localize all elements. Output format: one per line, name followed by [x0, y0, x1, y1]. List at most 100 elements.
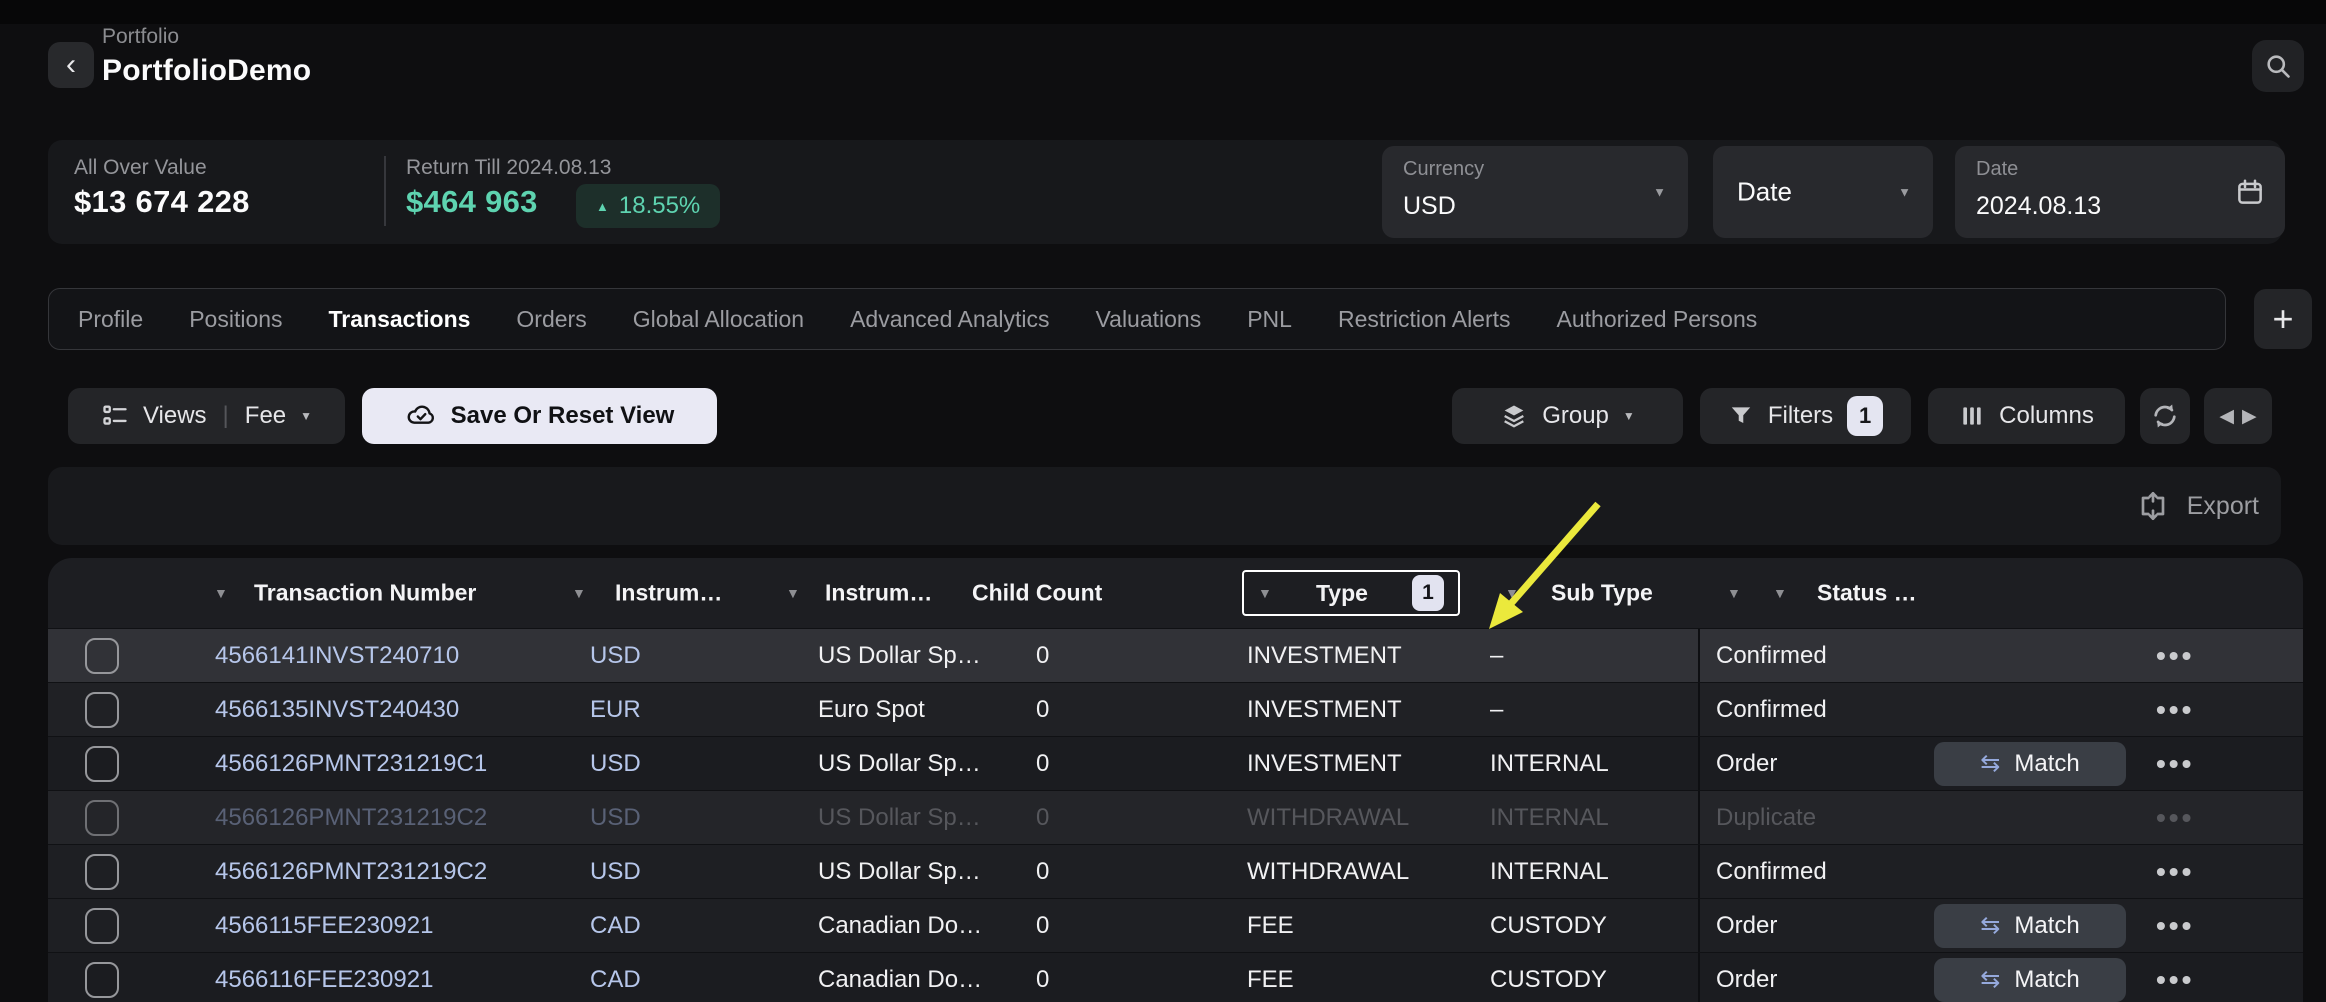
tab-profile[interactable]: Profile: [55, 289, 166, 349]
tab-advanced-analytics[interactable]: Advanced Analytics: [827, 289, 1072, 349]
tab-positions[interactable]: Positions: [166, 289, 305, 349]
col-header-status[interactable]: Status …: [1817, 580, 1917, 607]
transaction-number-link[interactable]: 4566116FEE230921: [215, 966, 433, 994]
date-mode-label: Date: [1737, 177, 1792, 208]
row-actions-menu[interactable]: •••: [2156, 856, 2194, 888]
table-row: 4566135INVST240430 EUR Euro Spot 0 INVES…: [48, 682, 2303, 736]
tab-restriction-alerts[interactable]: Restriction Alerts: [1315, 289, 1534, 349]
instrument-link[interactable]: EUR: [590, 696, 641, 724]
transaction-number-link[interactable]: 4566115FEE230921: [215, 912, 433, 940]
views-selector-button[interactable]: Views | Fee ▼: [68, 388, 345, 444]
row-actions-menu[interactable]: •••: [2156, 802, 2194, 834]
row-checkbox[interactable]: [85, 854, 119, 890]
sort-menu-icon[interactable]: ▼: [786, 585, 800, 601]
instrument-link[interactable]: CAD: [590, 912, 641, 940]
instrument-link[interactable]: USD: [590, 642, 641, 670]
sort-menu-icon[interactable]: ▼: [1773, 585, 1787, 601]
triangle-right-icon: ▶: [2242, 405, 2257, 428]
views-label: Views: [143, 402, 207, 430]
instrument-link[interactable]: USD: [590, 804, 641, 832]
row-actions-menu[interactable]: •••: [2156, 910, 2194, 942]
sub-type-value: INTERNAL: [1490, 750, 1609, 778]
back-button[interactable]: ‹: [48, 42, 94, 88]
columns-button[interactable]: Columns: [1928, 388, 2125, 444]
sort-menu-icon[interactable]: ▼: [1727, 585, 1741, 601]
column-pager-button[interactable]: ◀ ▶: [2204, 388, 2272, 444]
breadcrumb: Portfolio: [102, 25, 179, 49]
row-actions-menu[interactable]: •••: [2156, 748, 2194, 780]
instrument-link[interactable]: USD: [590, 858, 641, 886]
type-value: INVESTMENT: [1247, 642, 1402, 670]
row-actions-menu[interactable]: •••: [2156, 964, 2194, 996]
status-value: Duplicate: [1716, 804, 1816, 832]
col-header-transaction-number[interactable]: Transaction Number: [254, 580, 476, 607]
currency-value: USD: [1403, 192, 1456, 221]
group-button[interactable]: Group ▼: [1452, 388, 1683, 444]
save-or-reset-view-button[interactable]: Save Or Reset View: [362, 388, 717, 444]
sort-menu-icon[interactable]: ▼: [572, 585, 586, 601]
col-header-type-filtered[interactable]: ▼ Type 1: [1242, 570, 1460, 616]
arrow-up-icon: ▲: [596, 199, 609, 214]
child-count: 0: [1036, 642, 1049, 670]
type-filter-count-badge: 1: [1412, 575, 1444, 611]
row-checkbox[interactable]: [85, 962, 119, 998]
chevron-left-icon: ‹: [66, 48, 76, 82]
return-change-badge: ▲ 18.55%: [576, 184, 720, 228]
sort-menu-icon[interactable]: ▼: [1505, 585, 1519, 601]
tab-global-allocation[interactable]: Global Allocation: [610, 289, 827, 349]
filters-button[interactable]: Filters 1: [1700, 388, 1911, 444]
row-checkbox[interactable]: [85, 692, 119, 728]
sub-type-value: –: [1490, 696, 1503, 724]
transaction-number-link[interactable]: 4566126PMNT231219C2: [215, 858, 487, 886]
match-button[interactable]: ⇆ Match: [1934, 742, 2126, 786]
row-actions-menu[interactable]: •••: [2156, 694, 2194, 726]
col-header-sub-type[interactable]: Sub Type: [1551, 580, 1653, 607]
tab-orders[interactable]: Orders: [493, 289, 609, 349]
search-button[interactable]: [2252, 40, 2304, 92]
currency-select[interactable]: Currency USD ▼: [1382, 146, 1688, 238]
col-header-type: Type: [1316, 580, 1368, 607]
tab-transactions[interactable]: Transactions: [306, 289, 494, 349]
date-picker-field[interactable]: Date 2024.08.13: [1955, 146, 2285, 238]
cloud-check-icon: [405, 400, 437, 432]
col-header-child-count[interactable]: Child Count: [972, 580, 1102, 607]
match-button[interactable]: ⇆ Match: [1934, 958, 2126, 1002]
sub-type-value: INTERNAL: [1490, 858, 1609, 886]
funnel-icon: [1728, 403, 1754, 429]
date-field-label: Date: [1976, 158, 2018, 181]
export-button[interactable]: Export: [2137, 490, 2259, 522]
instrument-link[interactable]: USD: [590, 750, 641, 778]
instrument-name: US Dollar Sp…: [818, 804, 981, 832]
col-header-instrument-name[interactable]: Instrum…: [825, 580, 932, 607]
status-value: Confirmed: [1716, 696, 1827, 724]
row-actions-menu[interactable]: •••: [2156, 640, 2194, 672]
status-value: Confirmed: [1716, 858, 1827, 886]
transaction-number-link[interactable]: 4566135INVST240430: [215, 696, 459, 724]
refresh-button[interactable]: [2140, 388, 2190, 444]
table-row: 4566126PMNT231219C2 USD US Dollar Sp… 0 …: [48, 844, 2303, 898]
col-header-instrument[interactable]: Instrum…: [615, 580, 722, 607]
add-tab-button[interactable]: +: [2254, 289, 2312, 349]
summary-divider: [384, 156, 386, 226]
transaction-number-link[interactable]: 4566126PMNT231219C2: [215, 804, 487, 832]
tab-authorized-persons[interactable]: Authorized Persons: [1534, 289, 1781, 349]
row-checkbox[interactable]: [85, 638, 119, 674]
transaction-number-link[interactable]: 4566141INVST240710: [215, 642, 459, 670]
type-value: FEE: [1247, 912, 1294, 940]
date-mode-select[interactable]: Date ▼: [1713, 146, 1933, 238]
sort-menu-icon[interactable]: ▼: [214, 585, 228, 601]
return-value: $464 963: [406, 184, 538, 220]
tab-pnl[interactable]: PNL: [1224, 289, 1315, 349]
page-title: PortfolioDemo: [102, 54, 311, 88]
row-checkbox[interactable]: [85, 746, 119, 782]
match-button[interactable]: ⇆ Match: [1934, 904, 2126, 948]
instrument-link[interactable]: CAD: [590, 966, 641, 994]
child-count: 0: [1036, 858, 1049, 886]
tab-valuations[interactable]: Valuations: [1073, 289, 1225, 349]
child-count: 0: [1036, 966, 1049, 994]
row-checkbox[interactable]: [85, 908, 119, 944]
transaction-number-link[interactable]: 4566126PMNT231219C1: [215, 750, 487, 778]
row-checkbox[interactable]: [85, 800, 119, 836]
layers-icon: [1500, 402, 1528, 430]
table-row-dimmed: 4566126PMNT231219C2 USD US Dollar Sp… 0 …: [48, 790, 2303, 844]
